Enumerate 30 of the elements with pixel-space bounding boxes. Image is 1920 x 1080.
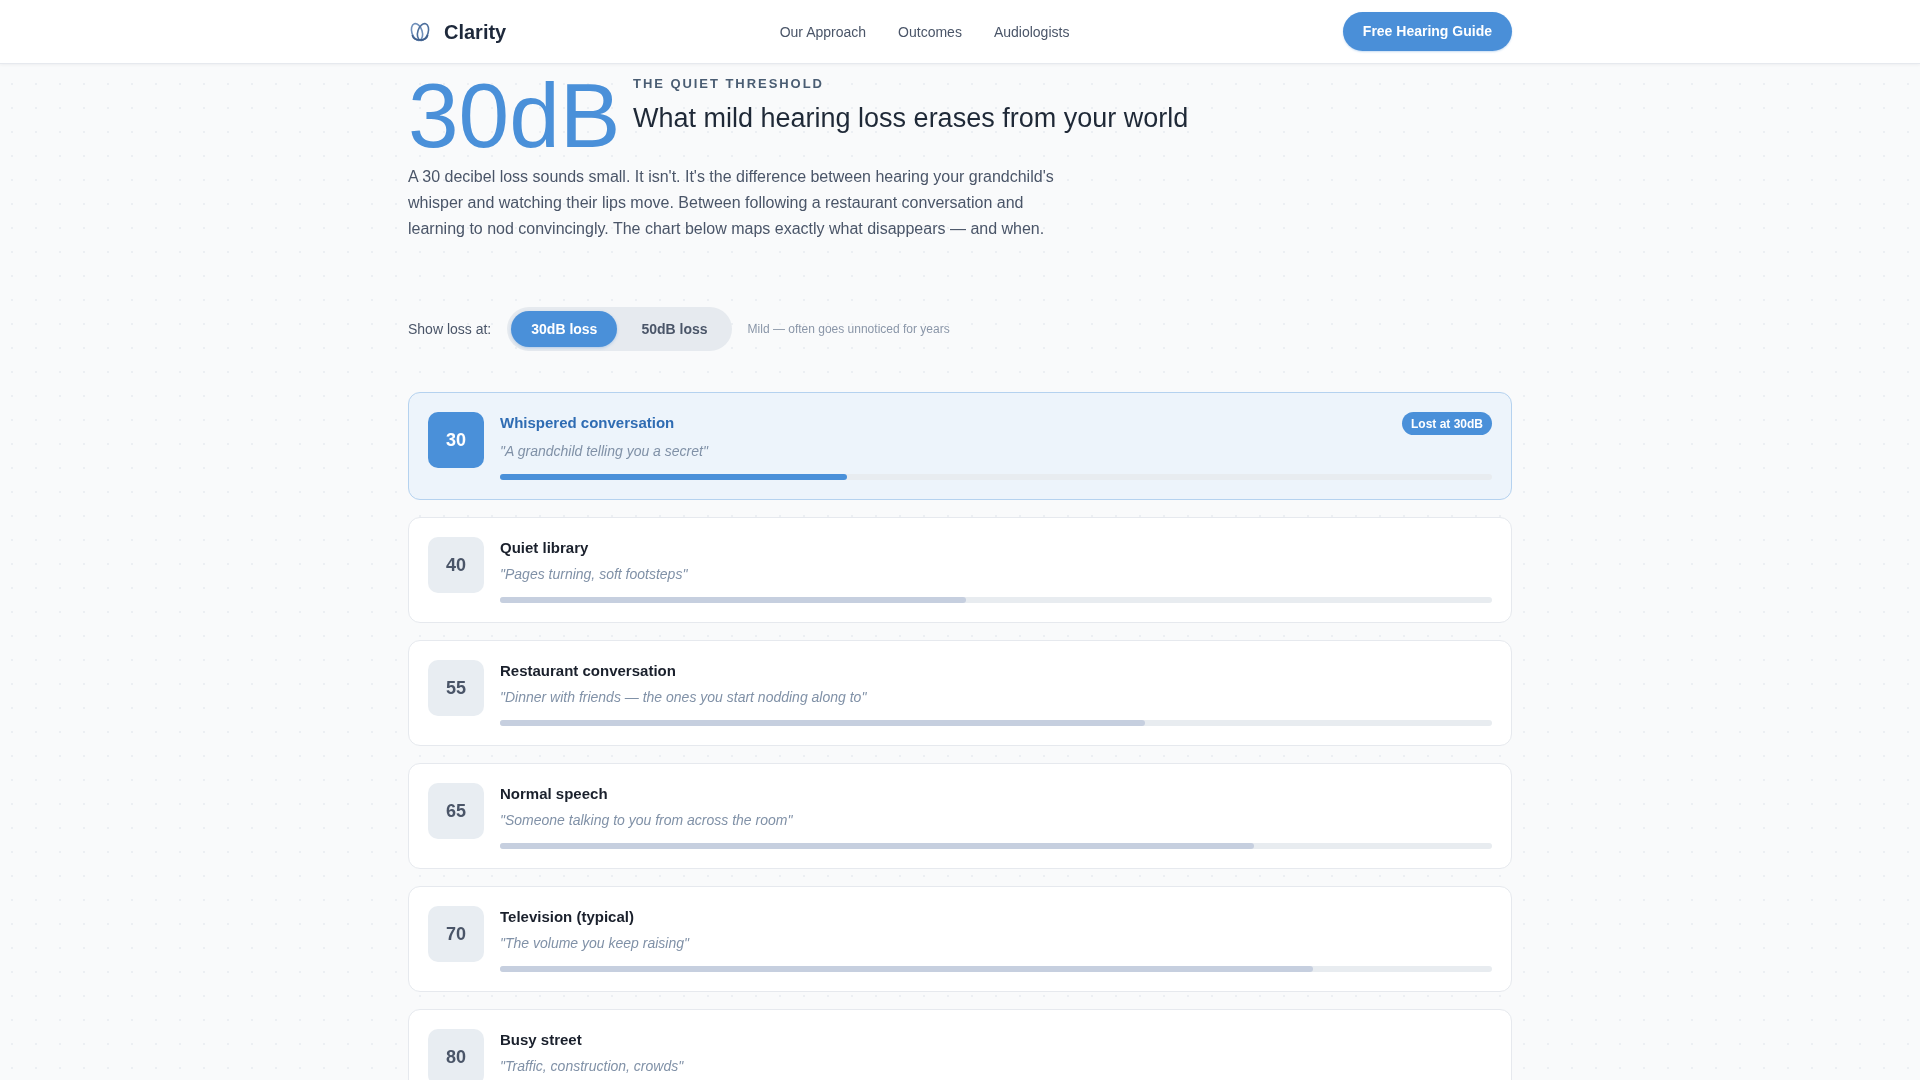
sound-example: "The volume you keep raising" [500, 934, 691, 953]
decibel-tile: 65 [428, 783, 484, 839]
sound-example: "Traffic, construction, crowds" [500, 1057, 685, 1076]
brand-name: Clarity [444, 19, 507, 45]
sound-example: "Pages turning, soft footsteps" [500, 565, 689, 584]
nav-link[interactable]: Our Approach [779, 21, 867, 42]
nav-link[interactable]: Outcomes [898, 21, 962, 42]
eyebrow-label: THE QUIET THRESHOLD [633, 76, 825, 92]
toggle-label: Show loss at: [408, 320, 492, 339]
sound-title: Normal speech [500, 784, 608, 804]
decibel-tile: 80 [428, 1029, 484, 1080]
decibel-tile: 30 [428, 412, 484, 468]
loss-description: Mild — often goes unnoticed for years [747, 321, 950, 337]
lost-badge: Lost at 30dB [1402, 412, 1492, 435]
sound-title: Television (typical) [500, 907, 634, 927]
big-decibel-number: 30dB [408, 70, 621, 161]
intro-paragraph: A 30 decibel loss sounds small. It isn't. It's the difference between hearing your grandchild's whisper and watching their lips move. Between following a restaurant conversation and learning to nod convincingly. The chart below maps exactly what disappears — and when. [408, 167, 1055, 239]
section-heading: What mild hearing loss erases from your world [633, 102, 1189, 134]
decibel-tile: 70 [428, 906, 484, 962]
decibel-tile: 40 [428, 537, 484, 593]
sound-example: "A grandchild telling you a secret" [500, 442, 710, 461]
sound-example: "Someone talking to you from across the room" [500, 811, 794, 830]
loss-option-tab[interactable]: 50dB loss [621, 311, 728, 347]
decibel-tile: 55 [428, 660, 484, 716]
sound-title: Quiet library [500, 538, 589, 558]
nav-link[interactable]: Audiologists [993, 21, 1070, 42]
sound-title: Busy street [500, 1030, 582, 1050]
sound-title: Whispered conversation [500, 413, 675, 433]
sound-example: "Dinner with friends — the ones you start nodding along to" [500, 688, 868, 707]
sound-title: Restaurant conversation [500, 661, 676, 681]
